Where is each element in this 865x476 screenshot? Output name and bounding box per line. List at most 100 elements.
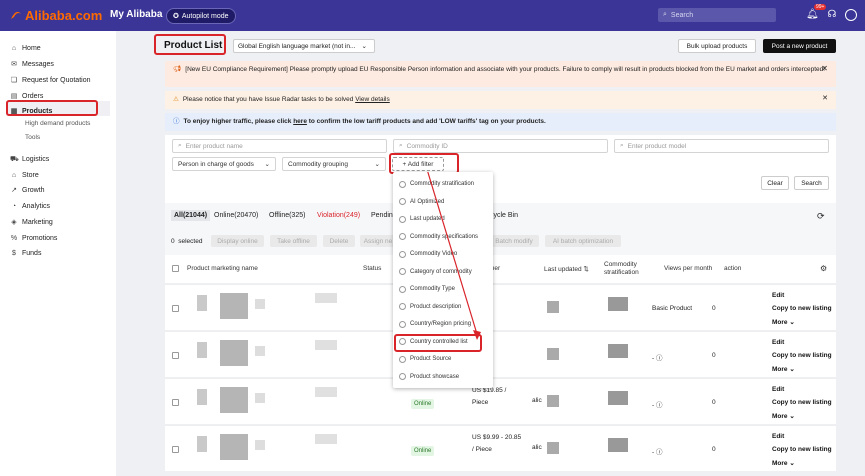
sidebar-item-label: Promotions xyxy=(22,234,58,242)
bulk-upload-button[interactable]: Bulk upload products xyxy=(678,39,756,53)
sidebar-item-label: Messages xyxy=(22,60,54,68)
tab-online[interactable]: Online(20470) xyxy=(214,212,258,219)
sidebar-item-logistics[interactable]: ⛟ Logistics xyxy=(10,153,49,165)
product-name-blurred xyxy=(255,393,265,403)
autopilot-icon: ✪ xyxy=(173,13,179,20)
person-in-charge-select[interactable]: Person in charge of goods ⌄ xyxy=(172,157,276,171)
product-name-placeholder: Enter product name xyxy=(185,142,243,150)
logistics-icon: ⛟ xyxy=(10,155,19,163)
more-dropdown[interactable]: More ⌄ xyxy=(772,412,795,420)
product-name-input[interactable]: ⌕ Enter product name xyxy=(172,139,387,153)
product-name-blurred xyxy=(315,387,337,397)
sidebar-item-growth[interactable]: ↗ Growth xyxy=(10,184,45,196)
tab-offline[interactable]: Offline(325) xyxy=(269,212,305,219)
updated-blurred xyxy=(608,297,628,311)
alibaba-logo[interactable]: Alibaba.com xyxy=(9,8,102,23)
home-icon: ⌂ xyxy=(11,44,17,52)
page-title: Product List xyxy=(164,40,223,51)
more-dropdown[interactable]: More ⌄ xyxy=(772,318,795,326)
select-all-checkbox[interactable] xyxy=(172,265,179,272)
eu-notice-text: [New EU Compliance Requirement] Please p… xyxy=(185,66,826,73)
take-offline-button[interactable]: Take offline xyxy=(270,235,317,247)
bell-icon[interactable]: 🔔︎ xyxy=(806,9,819,21)
chevron-down-icon: ⌄ xyxy=(264,161,270,168)
tab-violation[interactable]: Violation(249) xyxy=(317,212,360,219)
sidebar-item-request-for-quotation[interactable]: ❏ Request for Quotation xyxy=(10,74,91,86)
edit-link[interactable]: Edit xyxy=(772,433,784,440)
clear-button[interactable]: Clear xyxy=(761,176,789,190)
row-checkbox[interactable] xyxy=(172,305,179,312)
product-image[interactable] xyxy=(220,387,248,413)
promotions-icon: % xyxy=(10,234,18,242)
top-bar: Alibaba.com My Alibaba ✪ Autopilot mode … xyxy=(0,0,865,31)
edit-link[interactable]: Edit xyxy=(772,386,784,393)
refresh-icon[interactable]: ⟳ xyxy=(817,211,827,221)
avatar[interactable] xyxy=(845,9,857,21)
tab-recycle-bin[interactable]: cycle Bin xyxy=(490,212,518,219)
market-select[interactable]: Global English language market (not in..… xyxy=(233,39,375,53)
sidebar-subitem[interactable]: High demand products xyxy=(25,120,90,127)
owner-avatar xyxy=(547,348,559,360)
row-checkbox[interactable] xyxy=(172,446,179,453)
copy-to-new-listing-link[interactable]: Copy to new listing xyxy=(772,352,832,359)
commodity-grouping-select[interactable]: Commodity grouping ⌄ xyxy=(282,157,386,171)
sort-icon: ⇅ xyxy=(583,266,589,273)
copy-to-new-listing-link[interactable]: Copy to new listing xyxy=(772,446,832,453)
status-badge: Online xyxy=(411,446,435,456)
batch-modify-button[interactable]: Batch modify xyxy=(489,235,539,247)
product-image[interactable] xyxy=(220,293,248,319)
ai-batch-optimization-button[interactable]: AI batch optimization xyxy=(545,235,621,247)
copy-to-new-listing-link[interactable]: Copy to new listing xyxy=(772,305,832,312)
display-online-button[interactable]: Display online xyxy=(211,235,264,247)
post-new-product-button[interactable]: Post a new product xyxy=(763,39,836,53)
close-icon[interactable]: ✕ xyxy=(822,94,828,104)
sidebar-subitem[interactable]: Tools xyxy=(25,134,40,141)
sidebar-item-marketing[interactable]: ◈ Marketing xyxy=(10,216,52,228)
tariff-prefix: To enjoy higher traffic, please click xyxy=(183,118,294,125)
sidebar-item-home[interactable]: ⌂ Home xyxy=(10,42,41,54)
col-product-name: Product marketing name xyxy=(187,265,258,272)
sidebar-item-label: Request for Quotation xyxy=(22,76,91,84)
headset-icon[interactable]: ☊ xyxy=(826,9,838,21)
sidebar-item-messages[interactable]: ✉ Messages xyxy=(10,58,54,70)
stratification-text: - ⓘ xyxy=(652,402,663,409)
more-dropdown[interactable]: More ⌄ xyxy=(772,365,795,373)
assign-button[interactable]: Assign ne xyxy=(360,235,396,247)
sidebar-item-funds[interactable]: $ Funds xyxy=(10,247,41,259)
product-image[interactable] xyxy=(220,434,248,460)
person-in-charge-label: Person in charge of goods xyxy=(178,160,254,168)
more-dropdown[interactable]: More ⌄ xyxy=(772,459,795,467)
growth-icon: ↗ xyxy=(11,187,17,194)
edit-link[interactable]: Edit xyxy=(772,292,784,299)
edit-link[interactable]: Edit xyxy=(772,339,784,346)
commodity-id-input[interactable]: ⌕ Commodity ID xyxy=(393,139,608,153)
tab-pending[interactable]: Pendin xyxy=(371,212,393,219)
sidebar-item-promotions[interactable]: % Promotions xyxy=(10,232,58,244)
add-filter-dropdown: Commodity stratification AI Optimized Last… xyxy=(393,172,493,388)
row-checkbox[interactable] xyxy=(172,399,179,406)
orders-icon: ▤ xyxy=(10,93,18,100)
product-name-blurred xyxy=(255,440,265,450)
commodity-id-placeholder: Commodity ID xyxy=(406,142,448,150)
search-button[interactable]: Search xyxy=(794,176,829,190)
logo-text: Alibaba.com xyxy=(25,8,103,23)
product-image[interactable] xyxy=(220,340,248,366)
product-model-input[interactable]: ⌕ Enter product model xyxy=(614,139,829,153)
sidebar-item-label: Funds xyxy=(22,249,42,257)
copy-to-new-listing-link[interactable]: Copy to new listing xyxy=(772,399,832,406)
status-badge: Online xyxy=(411,399,435,409)
autopilot-toggle[interactable]: ✪ Autopilot mode xyxy=(166,8,236,24)
radar-text: Please notice that you have Issue Radar … xyxy=(183,95,390,105)
sidebar-item-store[interactable]: ⌂ Store xyxy=(10,169,39,181)
global-search-input[interactable]: ⌕ Search xyxy=(658,8,776,22)
sidebar-item-label: Store xyxy=(22,171,39,179)
row-checkbox[interactable] xyxy=(172,352,179,359)
sidebar-item-analytics[interactable]: ◔ Analytics xyxy=(10,200,50,212)
delete-button[interactable]: Delete xyxy=(323,235,355,247)
here-link[interactable]: here xyxy=(293,118,307,125)
settings-gear-icon[interactable]: ⚙ xyxy=(820,264,827,273)
tab-all[interactable]: All(21044) xyxy=(171,210,211,221)
view-details-link[interactable]: View details xyxy=(355,96,390,103)
col-last-updated[interactable]: Last updated ⇅ xyxy=(544,265,589,273)
close-icon[interactable]: ✕ xyxy=(821,64,828,74)
